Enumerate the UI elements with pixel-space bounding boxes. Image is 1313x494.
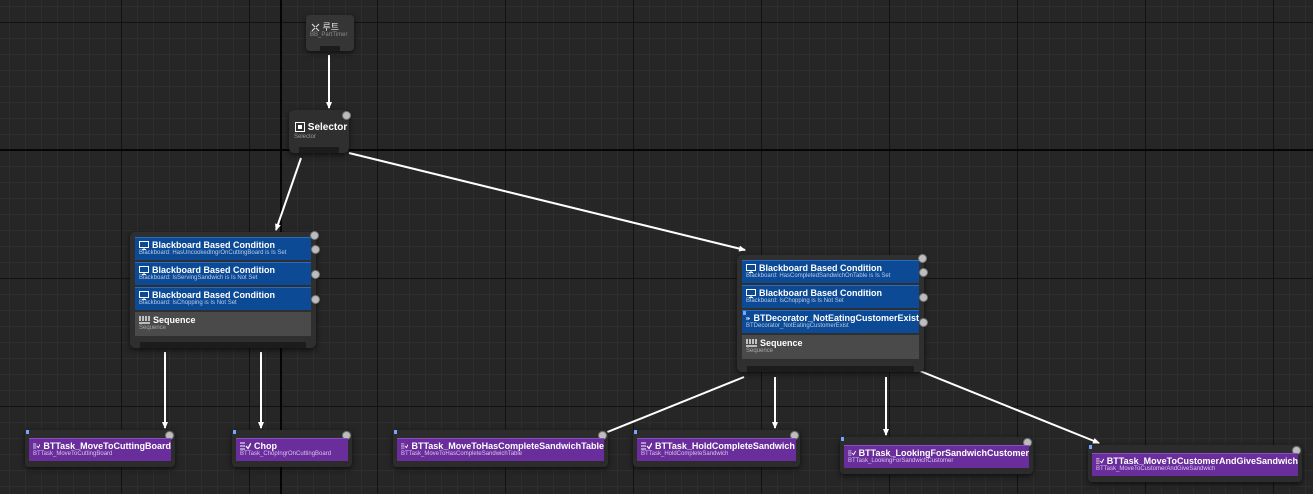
task-title: BTTask_LookingForSandwichCustomer [858,448,1029,458]
sequence-subtitle: Sequence [746,348,774,354]
blueprint-marker [394,430,397,434]
right-sequence-node[interactable]: Blackboard Based Condition Blackboard: H… [737,254,928,372]
decorator-detail: Blackboard: HasCompletedSandwichOnTable … [746,273,891,279]
root-node[interactable]: 루트 BB_PartTimer [306,15,354,51]
task-checklist-icon [240,442,251,450]
left-sequence-composite[interactable]: Sequence Sequence [135,312,311,336]
task-node-3[interactable]: BTTask_MoveToHasCompleteSandwichTable BT… [393,430,608,467]
monitor-icon [139,265,149,275]
sequence-subtitle: Sequence [139,325,167,331]
decorator-pin[interactable] [919,318,928,327]
task-subtitle: BTTask_MoveToCustomerAndGiveSandwich [1096,466,1216,472]
task-title: BTTask_MoveToCuttingBoard [43,441,171,451]
task-title: BTTask_MoveToCustomerAndGiveSandwich [1106,456,1298,466]
task-subtitle: BTTask_MoveToCuttingBoard [33,451,113,457]
decorator-play-icon [746,316,751,320]
task-title: BTTask_HoldCompleteSandwich [655,441,795,451]
decorator-title: Blackboard Based Condition [152,240,276,250]
selector-title-text: Selector [307,122,348,133]
task-node-2[interactable]: Chop BTTask_ChopIngrOnCuttingBoard [232,430,352,467]
decorator-pin[interactable] [311,245,320,254]
selector-output-pin[interactable] [299,147,339,153]
right-decorator-1[interactable]: Blackboard Based Condition Blackboard: H… [742,260,928,283]
graph-axis-horizontal [0,149,1313,151]
task-body[interactable]: BTTask_HoldCompleteSandwich BTTask_HoldC… [637,438,796,461]
right-decorator-3[interactable]: BTDecorator_NotEatingCustomerExist BTDec… [742,310,928,333]
task-checklist-icon [1096,458,1104,464]
decorator-pin[interactable] [919,293,928,302]
root-output-pin[interactable] [320,46,340,51]
selector-node[interactable]: Selector Selector [289,110,351,153]
task-body[interactable]: BTTask_MoveToCuttingBoard BTTask_MoveToC… [29,438,171,461]
task-checklist-icon [848,450,856,456]
monitor-icon [746,263,756,273]
monitor-icon [139,290,149,300]
blueprint-marker [1089,445,1092,449]
wire-right-seq-task-3 [599,376,745,436]
wire-selector-right-sequence [348,152,746,252]
task-subtitle: BTTask_ChopIngrOnCuttingBoard [240,451,332,457]
blueprint-marker [634,430,637,434]
sequence-title: Sequence [760,338,803,348]
monitor-icon [139,240,149,250]
decorator-title: BTDecorator_NotEatingCustomerExist [753,313,919,323]
decorator-detail: Blackboard: IsChopping is Is Not Set [139,300,237,306]
blueprint-marker [233,430,236,434]
decorator-pin[interactable] [311,270,320,279]
left-decorator-1[interactable]: Blackboard Based Condition Blackboard: H… [135,237,320,260]
decorator-detail: BTDecorator_NotEatingCustomerExist [746,323,849,329]
left-sequence-output-pin[interactable] [140,342,306,348]
task-checklist-icon [33,443,41,449]
decorator-title: Blackboard Based Condition [759,263,883,273]
task-checklist-icon [641,442,652,450]
decorator-title: Blackboard Based Condition [759,288,883,298]
blueprint-marker [841,437,844,441]
task-body[interactable]: Chop BTTask_ChopIngrOnCuttingBoard [236,438,348,461]
task-subtitle: BTTask_HoldCompleteSandwich [641,451,729,457]
root-blackboard-name: BB_PartTimer [310,32,348,38]
left-sequence-node[interactable]: Blackboard Based Condition Blackboard: H… [130,231,320,348]
decorator-detail: Blackboard: IsChopping is Is Not Set [746,298,844,304]
decorator-detail: Blackboard: HasUncookedIngrOnCuttingBoar… [139,250,287,256]
sequence-icon [139,316,150,324]
task-checklist-icon [401,443,409,449]
decorator-title: Blackboard Based Condition [152,265,276,275]
decorator-title: Blackboard Based Condition [152,290,276,300]
root-title-text: 루트 [322,22,340,32]
sequence-icon [746,339,757,347]
blueprint-marker [743,311,746,315]
selector-title: Selector [295,122,347,133]
task-title: Chop [254,441,277,451]
task-body[interactable]: BTTask_MoveToHasCompleteSandwichTable BT… [397,438,604,461]
selector-service-pin[interactable] [342,111,351,120]
selector-icon [295,122,305,133]
task-node-4[interactable]: BTTask_HoldCompleteSandwich BTTask_HoldC… [633,430,800,467]
task-node-5[interactable]: BTTask_LookingForSandwichCustomer BTTask… [840,437,1033,474]
task-body[interactable]: BTTask_MoveToCustomerAndGiveSandwich BTT… [1092,453,1298,476]
wire-right-seq-task-6 [919,370,1100,444]
right-sequence-output-pin[interactable] [747,366,914,372]
decorator-pin[interactable] [919,268,928,277]
decorator-pin[interactable] [311,295,320,304]
task-subtitle: BTTask_MoveToHasCompleteSandwichTable [401,451,523,457]
blueprint-marker [26,430,29,434]
left-sequence-corner-pin[interactable] [310,231,319,240]
monitor-icon [746,288,756,298]
selector-subtitle: Selector [294,134,317,140]
decorator-detail: Blackboard: IsServingSandwich is Is Not … [139,275,258,281]
root-node-icon [311,23,320,32]
sequence-title: Sequence [153,315,196,325]
task-node-6[interactable]: BTTask_MoveToCustomerAndGiveSandwich BTT… [1088,445,1302,482]
right-sequence-composite[interactable]: Sequence Sequence [742,335,919,359]
task-subtitle: BTTask_LookingForSandwichCustomer [848,458,954,464]
task-node-1[interactable]: BTTask_MoveToCuttingBoard BTTask_MoveToC… [25,430,175,467]
task-body[interactable]: BTTask_LookingForSandwichCustomer BTTask… [844,445,1029,468]
right-decorator-2[interactable]: Blackboard Based Condition Blackboard: I… [742,285,928,308]
right-sequence-corner-pin[interactable] [918,254,927,263]
left-decorator-2[interactable]: Blackboard Based Condition Blackboard: I… [135,262,320,285]
task-title: BTTask_MoveToHasCompleteSandwichTable [411,441,604,451]
left-decorator-3[interactable]: Blackboard Based Condition Blackboard: I… [135,287,320,310]
